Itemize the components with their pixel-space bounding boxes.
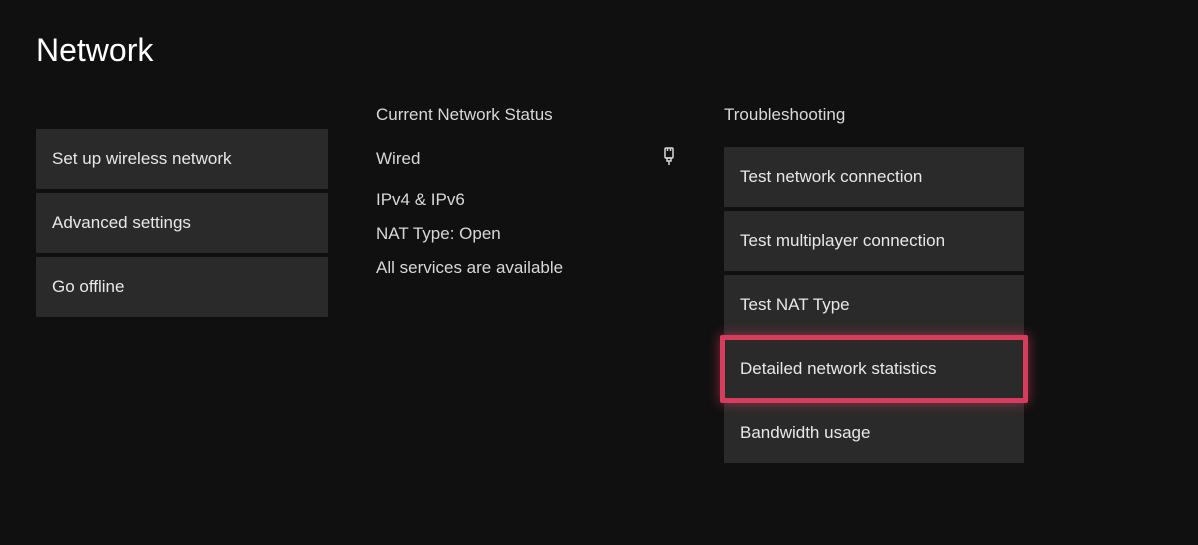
network-status-section: Current Network Status Wired IPv4 & IPv6… [376,105,676,463]
troubleshooting-header: Troubleshooting [724,105,1024,125]
test-nat-type-button[interactable]: Test NAT Type [724,275,1024,335]
status-services-line: All services are available [376,258,676,278]
test-multiplayer-connection-button[interactable]: Test multiplayer connection [724,211,1024,271]
status-nat-line: NAT Type: Open [376,224,676,244]
bandwidth-usage-button[interactable]: Bandwidth usage [724,403,1024,463]
setup-wireless-button[interactable]: Set up wireless network [36,129,328,189]
connection-type-row: Wired [376,147,676,170]
troubleshooting-list: Test network connection Test multiplayer… [724,147,1024,463]
left-menu: Set up wireless network Advanced setting… [36,129,328,463]
go-offline-button[interactable]: Go offline [36,257,328,317]
page-title: Network [0,0,1198,69]
status-header: Current Network Status [376,105,676,125]
test-network-connection-button[interactable]: Test network connection [724,147,1024,207]
status-ip-line: IPv4 & IPv6 [376,190,676,210]
troubleshooting-section: Troubleshooting Test network connection … [724,105,1024,463]
columns-container: Set up wireless network Advanced setting… [0,69,1198,463]
detailed-network-statistics-button[interactable]: Detailed network statistics [724,339,1024,399]
connection-type-label: Wired [376,149,420,169]
wired-plug-icon [662,147,676,170]
advanced-settings-button[interactable]: Advanced settings [36,193,328,253]
